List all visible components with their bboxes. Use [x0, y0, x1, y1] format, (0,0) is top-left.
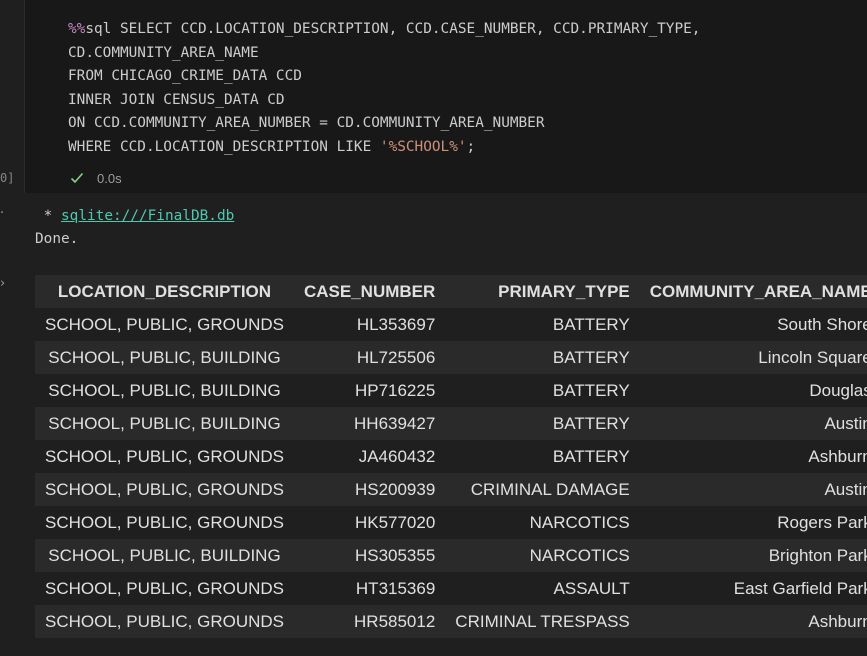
table-cell: BATTERY — [445, 341, 640, 374]
column-header: LOCATION_DESCRIPTION — [35, 275, 294, 308]
table-row: SCHOOL, PUBLIC, GROUNDS HS200939 CRIMINAL … — [35, 473, 867, 506]
table-cell: NARCOTICS — [445, 539, 640, 572]
table-cell: SCHOOL, PUBLIC, GROUNDS — [45, 314, 284, 334]
table-cell: SCHOOL, PUBLIC, BUILDING — [35, 539, 294, 572]
execution-time: 0.0s — [97, 170, 122, 186]
sql-string-literal: '%SCHOOL%' — [379, 138, 467, 155]
chevron-right-icon[interactable]: › — [0, 276, 5, 291]
table-row: SCHOOL, PUBLIC, BUILDING HL725506 BATTERY L… — [35, 341, 867, 374]
table-row: SCHOOL, PUBLIC, BUILDING HH639427 BATTERY A… — [35, 407, 867, 440]
table-cell: Austin — [639, 473, 867, 506]
table-header-row: LOCATION_DESCRIPTION CASE_NUMBER PRIMARY_T… — [35, 275, 867, 308]
table-cell: HR585012 — [294, 605, 446, 638]
table-cell: BATTERY — [445, 407, 640, 440]
column-header: CASE_NUMBER — [294, 275, 446, 308]
table-cell: SCHOOL, PUBLIC, BUILDING — [35, 407, 294, 440]
cell-magic: %% — [68, 21, 86, 37]
code-cell[interactable]: %%sql SELECT CCD.LOCATION_DESCRIPTION, C… — [24, 0, 867, 193]
table-cell: SCHOOL, PUBLIC, GROUNDS — [45, 578, 284, 598]
table-cell: BATTERY — [552, 314, 630, 334]
code-editor[interactable]: %%sql SELECT CCD.LOCATION_DESCRIPTION, C… — [68, 18, 700, 160]
table-cell: East Garfield Park — [733, 578, 867, 598]
table-cell: BATTERY — [552, 446, 630, 466]
table-cell: HT315369 — [355, 578, 436, 598]
table-cell: NARCOTICS — [529, 512, 630, 532]
table-cell: HL725506 — [294, 341, 446, 374]
table-row: SCHOOL, PUBLIC, BUILDING HP716225 BATTERY D… — [35, 374, 867, 407]
table-cell: SCHOOL, PUBLIC, BUILDING — [35, 341, 294, 374]
connection-line: * sqlite:///FinalDB.db — [35, 208, 235, 224]
table-cell: HH639427 — [294, 407, 446, 440]
result-table: LOCATION_DESCRIPTION CASE_NUMBER PRIMARY_T… — [35, 275, 867, 638]
table-cell: Austin — [639, 407, 867, 440]
table-cell: Lincoln Square — [639, 341, 867, 374]
check-icon — [70, 172, 84, 184]
output-gutter-dot: · — [0, 206, 5, 221]
column-header: COMMUNITY_AREA_NAME — [639, 275, 867, 308]
table-cell: Ashburn — [639, 605, 867, 638]
table-row: SCHOOL, PUBLIC, GROUNDS HT315369 ASSAULT Ea… — [35, 572, 867, 605]
code-line: FROM CHICAGO_CRIME_DATA CCD — [68, 68, 302, 85]
table-cell: Brighton Park — [639, 539, 867, 572]
code-line: ON CCD.COMMUNITY_AREA_NUMBER = CD.COMMUN… — [68, 115, 545, 132]
table-cell: SCHOOL, PUBLIC, GROUNDS — [45, 512, 284, 532]
table-cell: SCHOOL, PUBLIC, GROUNDS — [35, 605, 294, 638]
done-text: Done. — [35, 231, 79, 247]
table-row: SCHOOL, PUBLIC, GROUNDS HR585012 CRIMINAL … — [35, 605, 867, 638]
code-line: WHERE CCD.LOCATION_DESCRIPTION LIKE '%SC… — [68, 138, 476, 155]
table-row: SCHOOL, PUBLIC, GROUNDS JA460432 BATTERY As… — [35, 440, 867, 473]
table-cell: CRIMINAL TRESPASS — [445, 605, 640, 638]
table-cell: South Shore — [777, 314, 867, 334]
table-cell: HP716225 — [354, 380, 436, 400]
table-cell: ASSAULT — [553, 578, 630, 598]
table-cell: HS305355 — [294, 539, 446, 572]
table-cell: SCHOOL, PUBLIC, BUILDING — [48, 380, 281, 400]
table-row: SCHOOL, PUBLIC, GROUNDS HK577020 NARCOTICS… — [35, 506, 867, 539]
table-row: SCHOOL, PUBLIC, GROUNDS HL353697 BATTERY So… — [35, 308, 867, 341]
cell-output: * sqlite:///FinalDB.db Done. — [35, 205, 234, 251]
code-line: INNER JOIN CENSUS_DATA CD — [68, 91, 285, 108]
connection-link[interactable]: sqlite:///FinalDB.db — [61, 208, 234, 224]
table-cell: HK577020 — [354, 512, 436, 532]
table-row: SCHOOL, PUBLIC, BUILDING HS305355 NARCOTIC… — [35, 539, 867, 572]
table-cell: CRIMINAL DAMAGE — [445, 473, 640, 506]
table-cell: HL353697 — [356, 314, 436, 334]
code-line: %%sql SELECT CCD.LOCATION_DESCRIPTION, C… — [68, 21, 701, 37]
table-cell: Rogers Park — [777, 512, 867, 532]
table-cell: SCHOOL, PUBLIC, GROUNDS — [35, 473, 294, 506]
cell-status: 0.0s — [69, 168, 122, 188]
table-cell: Douglas — [809, 380, 867, 400]
column-header: PRIMARY_TYPE — [445, 275, 640, 308]
table-cell: SCHOOL, PUBLIC, GROUNDS — [45, 446, 284, 466]
code-line: CD.COMMUNITY_AREA_NAME — [68, 44, 259, 61]
table-cell: HS200939 — [294, 473, 446, 506]
table-cell: Ashburn — [808, 446, 867, 466]
table-cell: JA460432 — [358, 446, 436, 466]
execution-count: 0] — [0, 171, 15, 185]
table-cell: BATTERY — [552, 380, 630, 400]
